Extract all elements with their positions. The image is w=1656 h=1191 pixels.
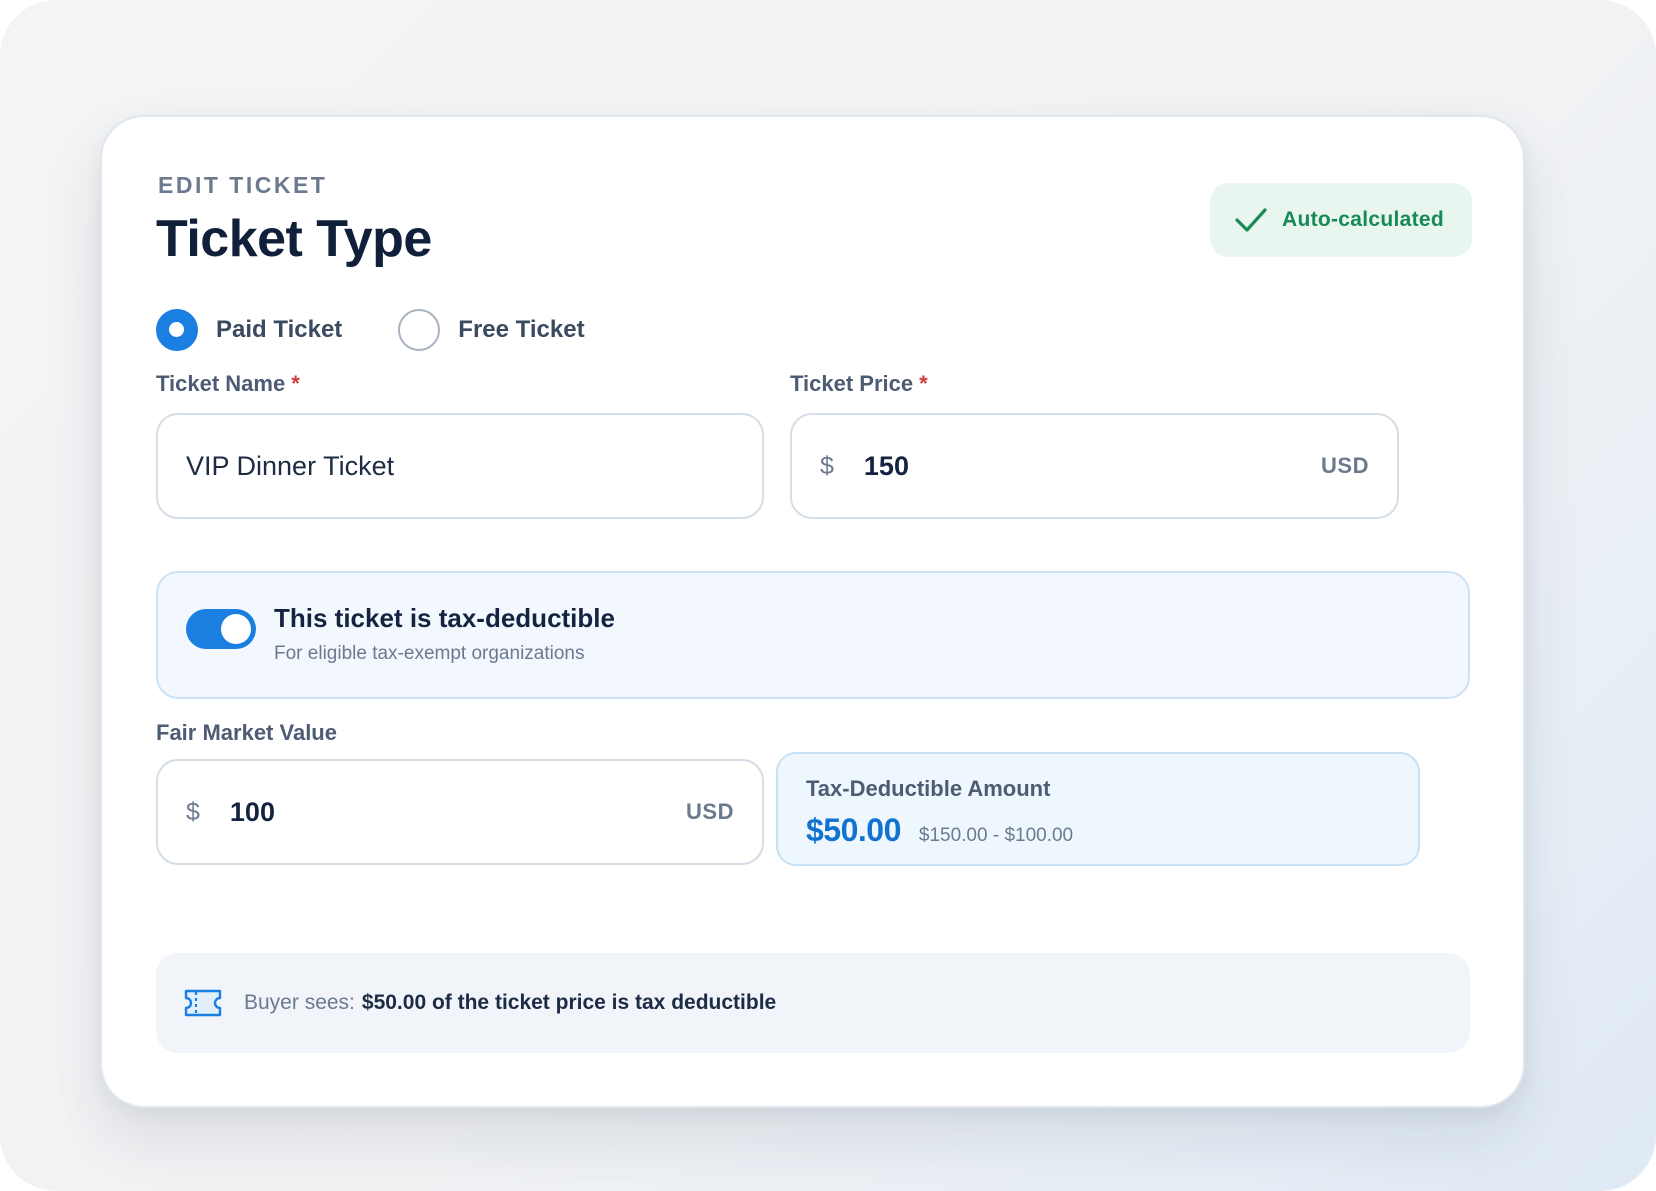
ticket-price-label: Ticket Price *	[790, 371, 928, 397]
fair-market-value-input[interactable]: $ 100 USD	[156, 759, 764, 865]
radio-label: Paid Ticket	[216, 316, 343, 343]
ticket-name-label-text: Ticket Name	[156, 371, 286, 396]
check-icon	[1235, 208, 1267, 232]
badge-label: Auto-calculated	[1282, 208, 1445, 231]
ticket-price-value: 150	[863, 450, 909, 481]
tax-deductible-toggle[interactable]	[186, 609, 256, 649]
ticket-name-input[interactable]: VIP Dinner Ticket	[156, 413, 764, 519]
currency-symbol: $	[820, 451, 834, 480]
radio-indicator[interactable]	[156, 309, 198, 351]
ticket-type-radio-group: Paid Ticket Free Ticket	[156, 309, 585, 351]
section-eyebrow: EDIT TICKET	[158, 172, 328, 198]
radio-free-ticket[interactable]: Free Ticket	[398, 309, 585, 351]
tax-deductible-amount-panel: Tax-Deductible Amount $50.00 $150.00 - $…	[776, 752, 1420, 866]
buyer-notice-prefix: Buyer sees:	[244, 991, 355, 1014]
radio-indicator[interactable]	[398, 309, 441, 351]
tax-deductible-amount-row: $50.00 $150.00 - $100.00	[806, 812, 1073, 849]
ticket-price-label-text: Ticket Price	[790, 371, 914, 396]
buyer-notice-text: $50.00 of the ticket price is tax deduct…	[361, 991, 777, 1014]
edit-ticket-card: EDIT TICKET Ticket Type Auto-calculated …	[100, 115, 1525, 1108]
tax-deductible-amount-calculation: $150.00 - $100.00	[918, 825, 1074, 846]
required-mark: *	[919, 371, 928, 396]
required-mark: *	[291, 371, 300, 396]
currency-unit: USD	[686, 799, 734, 824]
currency-symbol: $	[186, 797, 200, 826]
page-title: Ticket Type	[156, 210, 432, 268]
ticket-name-label: Ticket Name *	[156, 371, 300, 397]
ticket-icon	[184, 989, 222, 1017]
toggle-knob	[221, 614, 251, 644]
fair-market-value-value: 100	[229, 796, 275, 827]
auto-calculated-badge: Auto-calculated	[1210, 183, 1472, 257]
radio-paid-ticket[interactable]: Paid Ticket	[156, 309, 342, 351]
buyer-notice-panel: Buyer sees: $50.00 of the ticket price i…	[156, 953, 1470, 1053]
tax-deductible-amount-value: $50.00	[806, 812, 901, 848]
currency-unit: USD	[1321, 453, 1369, 478]
ticket-price-input[interactable]: $ 150 USD	[790, 413, 1399, 519]
tax-deductible-amount-label: Tax-Deductible Amount	[806, 776, 1051, 801]
fair-market-value-label: Fair Market Value	[156, 720, 337, 745]
tax-deductible-panel: This ticket is tax-deductible For eligib…	[156, 571, 1470, 699]
ticket-name-value: VIP Dinner Ticket	[186, 450, 395, 481]
page-background: EDIT TICKET Ticket Type Auto-calculated …	[0, 0, 1656, 1191]
radio-label: Free Ticket	[458, 316, 585, 343]
tax-deductible-subtitle: For eligible tax-exempt organizations	[274, 643, 585, 664]
tax-deductible-title: This ticket is tax-deductible	[274, 603, 615, 633]
